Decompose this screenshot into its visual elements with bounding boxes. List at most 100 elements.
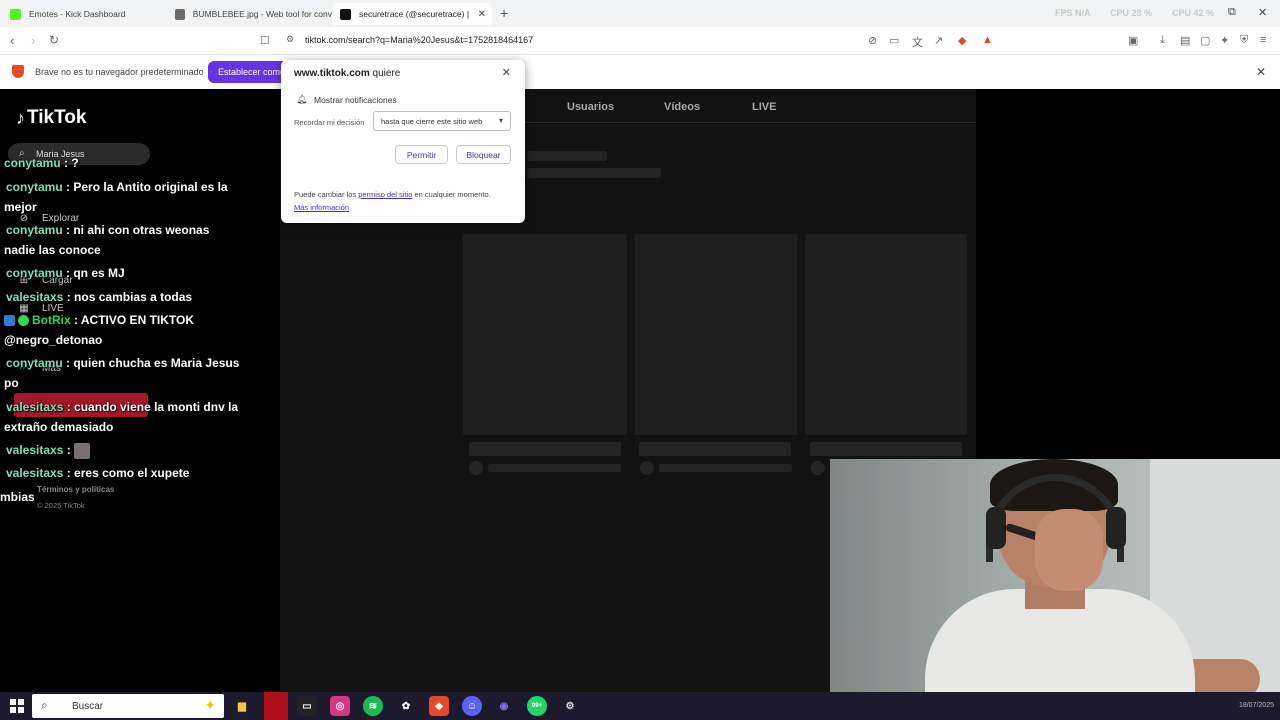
tab-kick-dashboard[interactable]: Emotes - Kick Dashboard	[2, 3, 167, 25]
instagram-icon[interactable]: ◎	[330, 696, 350, 716]
moderator-badge-icon	[4, 315, 15, 327]
remember-select[interactable]: hasta que cierre este sitio web ▾	[373, 111, 511, 131]
reload-icon[interactable]: ↻	[49, 33, 59, 47]
infobar-message: Brave no es tu navegador predeterminado	[35, 67, 204, 77]
streamer-hand	[1035, 509, 1103, 591]
taskbar-clock: 18/07/2025	[1238, 702, 1274, 709]
chat-username: BotRix	[32, 313, 71, 327]
allow-button[interactable]: Permitir	[395, 145, 448, 164]
chat-message: conytamu : quien chucha es Maria Jesus p…	[4, 353, 244, 393]
set-default-button[interactable]: Establecer como	[208, 61, 288, 83]
cpu-stat: CPU 28 %	[1110, 8, 1153, 18]
permission-row: 🔔︎ Mostrar notificaciones	[296, 94, 397, 105]
wallet-icon[interactable]: ▢	[1200, 34, 1210, 47]
skeleton-avatar	[811, 461, 825, 475]
chat-message: valesitaxs : cuando viene la monti dnv l…	[4, 397, 244, 437]
reader-icon[interactable]: ▤	[1180, 34, 1190, 47]
menu-icon[interactable]: ≡	[1260, 34, 1266, 46]
caret-down-icon: ▾	[498, 116, 503, 125]
install-icon[interactable]: ▭	[889, 34, 899, 47]
chat-message: conytamu : ?	[4, 153, 244, 173]
obs-icon[interactable]: ◉	[494, 696, 514, 716]
chat-text: :	[63, 443, 75, 457]
emote-image	[74, 442, 91, 459]
footer-text-post: en cualquier momento.	[412, 190, 491, 199]
chat-message: valesitaxs :	[4, 440, 244, 460]
skeleton-caption	[469, 442, 621, 456]
address-bar: ‹ › ↻ ☐ ⚙ tiktok.com/search?q=Maria%20Je…	[0, 27, 1280, 54]
chevron-right-icon[interactable]: ›	[31, 33, 35, 48]
verified-badge-icon	[18, 315, 29, 327]
download-icon[interactable]: ⤓	[1160, 34, 1165, 47]
remember-label: Recordar mi decisión	[294, 118, 365, 127]
whatsapp-icon[interactable]: 99+	[527, 696, 547, 716]
tab-live[interactable]: LIVE	[752, 101, 776, 113]
popup-title: www.tiktok.com quiere	[294, 68, 400, 79]
close-window-button[interactable]: ✕	[1258, 6, 1267, 19]
taskbar-search-input[interactable]: ⌕ Buscar ✦	[32, 694, 224, 718]
tab-tiktok[interactable]: securetrace (@securetrace) | TikT ✕	[332, 3, 492, 25]
headset-earcup	[986, 507, 1006, 549]
chat-username: conytamu	[6, 180, 63, 194]
chevron-left-icon[interactable]: ‹	[10, 33, 14, 48]
chat-message: conytamu : Pero la Antito original es la…	[4, 177, 244, 217]
tab-usuarios[interactable]: Usuarios	[567, 101, 614, 113]
spotify-icon[interactable]: ≋	[363, 696, 383, 716]
brave-shields-icon[interactable]: ◆	[958, 34, 966, 47]
tiktok-note-icon: ♪	[16, 107, 25, 128]
terminal-icon[interactable]: ▭	[297, 696, 317, 716]
discord-icon[interactable]: ☺	[462, 696, 482, 716]
site-info-icon[interactable]: ⚙	[286, 34, 294, 45]
close-popup-icon[interactable]: ✕	[502, 66, 511, 79]
chat-username: conytamu	[4, 156, 61, 170]
bookmark-icon[interactable]: ☐	[260, 34, 270, 47]
skeleton-caption	[639, 442, 791, 456]
close-tab-icon[interactable]: ✕	[478, 9, 486, 20]
bell-icon: 🔔︎	[296, 94, 308, 104]
url-field[interactable]: tiktok.com/search?q=Maria%20Jesus&t=1752…	[305, 35, 533, 45]
block-button[interactable]: Bloquear	[456, 145, 511, 164]
tab-videos[interactable]: Vídeos	[664, 101, 700, 113]
skeleton-card	[463, 234, 627, 435]
popup-site: www.tiktok.com	[294, 68, 370, 79]
steam-icon[interactable]: ⚙	[560, 696, 580, 716]
chat-username: conytamu	[6, 223, 63, 237]
share-icon[interactable]: ↗	[934, 34, 943, 47]
screen: Emotes - Kick Dashboard BUMBLEBEE.jpg - …	[0, 0, 1280, 720]
close-infobar-icon[interactable]: ✕	[1256, 65, 1266, 79]
vpn-icon[interactable]: ⛨	[1240, 34, 1248, 47]
chat-message: valesitaxs : nos cambias a todas	[4, 287, 244, 307]
more-info-link[interactable]: Más información	[294, 203, 349, 212]
tab-title: securetrace (@securetrace) | TikT	[359, 9, 471, 19]
translate-icon[interactable]: 文	[912, 34, 923, 50]
chat-text: : nos cambias a todas	[63, 290, 193, 304]
brave-rewards-icon[interactable]: ▲	[982, 34, 993, 46]
tiktok-logo[interactable]: ♪ TikTok	[16, 107, 86, 129]
skeleton-line	[527, 151, 607, 161]
chat-username: valesitaxs	[6, 400, 64, 414]
chat-username: conytamu	[6, 356, 63, 370]
sidebar-icon[interactable]: ▣	[1128, 34, 1138, 47]
file-explorer-icon[interactable]: ▆	[232, 696, 252, 716]
webcam-overlay	[830, 459, 1280, 692]
chat-message: BotRix : ACTIVO EN TIKTOK @negro_detonao	[4, 310, 244, 350]
footer-text-pre: Puede cambiar los	[294, 190, 359, 199]
skeleton-line	[527, 168, 661, 178]
chat-username: valesitaxs	[6, 290, 64, 304]
site-permission-link[interactable]: permiso del sitio	[358, 190, 412, 199]
tab-bumblebee[interactable]: BUMBLEBEE.jpg - Web tool for conv	[167, 3, 332, 25]
brave-icon[interactable]: ◆	[429, 696, 449, 716]
windows-start-icon[interactable]	[10, 699, 24, 713]
remember-value: hasta que cierre este sitio web	[381, 116, 483, 126]
notifications-blocked-icon[interactable]: ⊘	[868, 34, 877, 47]
ai-icon[interactable]: ✦	[1220, 34, 1229, 47]
search-icon: ⌕	[41, 698, 48, 712]
restore-button[interactable]: ⧉	[1228, 6, 1236, 19]
chatgpt-icon[interactable]: ✿	[396, 696, 416, 716]
fps-stat: FPS N/A	[1055, 8, 1091, 18]
chat-text: mbias	[0, 490, 35, 504]
new-tab-button[interactable]: +	[500, 5, 508, 21]
taskbar-search-placeholder: Buscar	[72, 700, 104, 712]
chat-message: conytamu : ni ahi con otras weonas nadie…	[4, 220, 244, 260]
red-app-icon[interactable]	[264, 692, 288, 720]
